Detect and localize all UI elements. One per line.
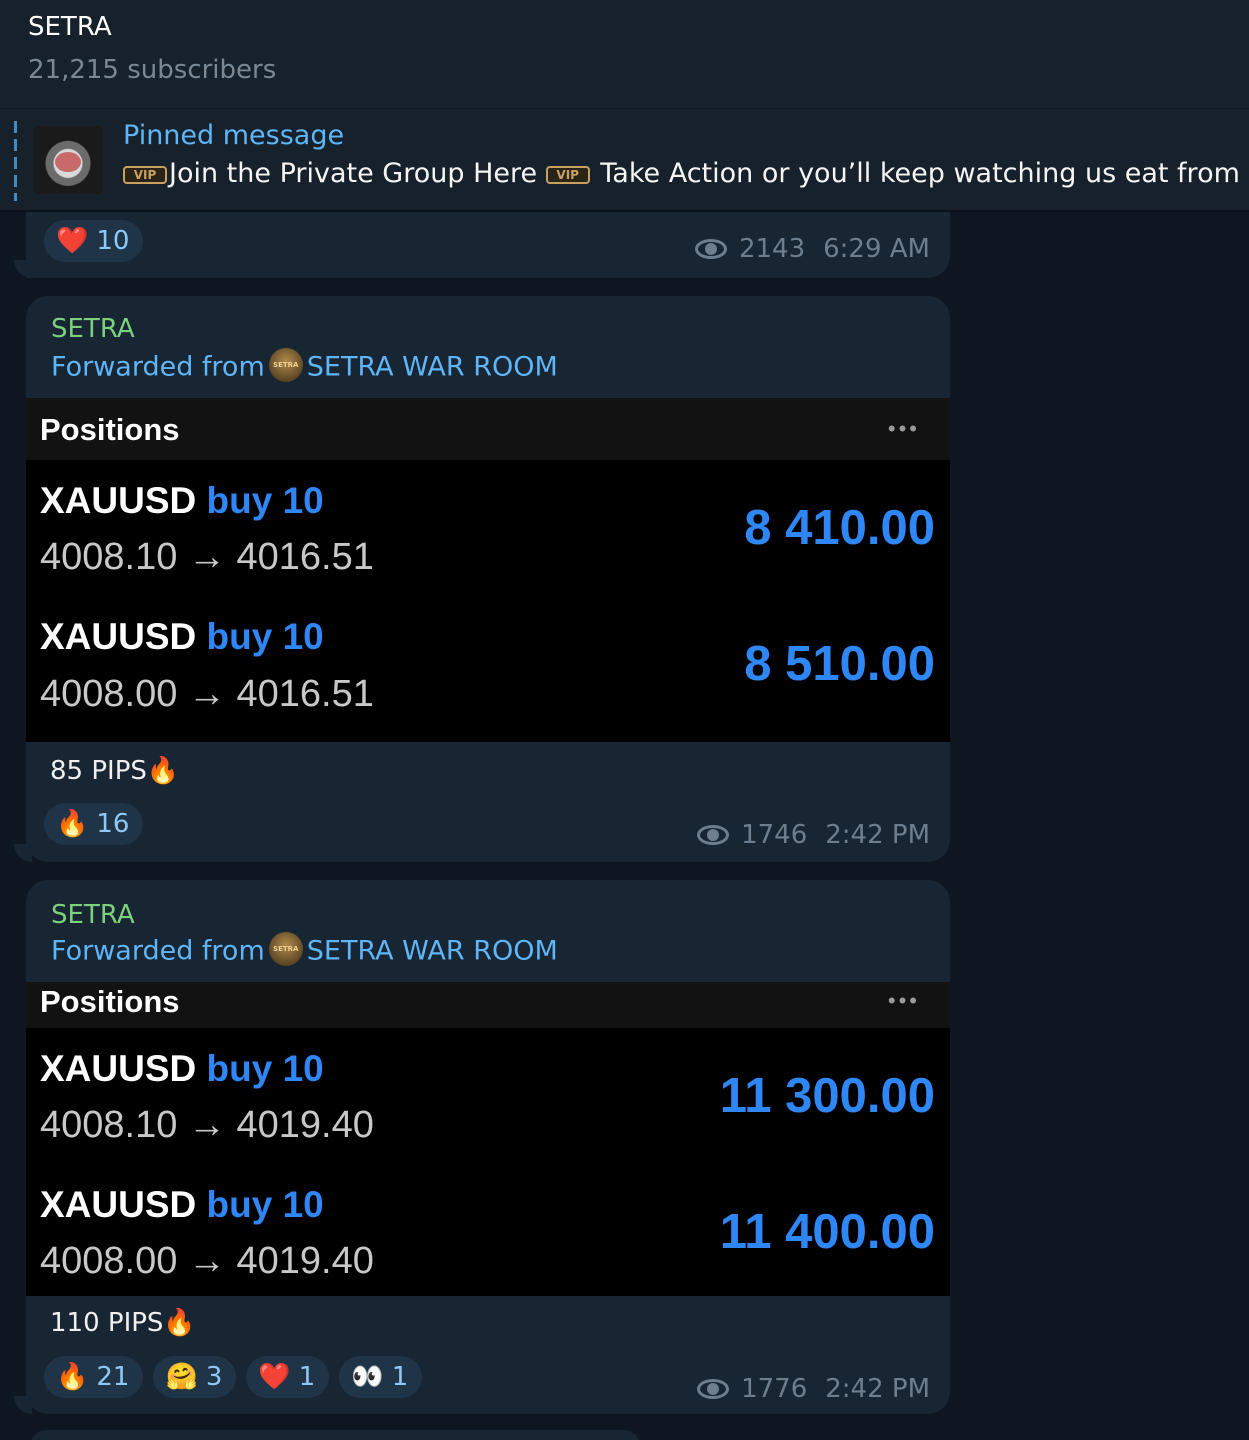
eyes-emoji: 👀 (351, 1362, 384, 1392)
position-symbol: XAUUSD buy 10 (40, 616, 324, 657)
message-caption: 85 PIPS🔥 (50, 756, 180, 786)
position-symbol: XAUUSD buy 10 (40, 1048, 324, 1089)
message-time: 2:42 PM (825, 820, 930, 850)
position-profit: 8 510.00 (744, 637, 935, 691)
heart-emoji: ❤️ (258, 1362, 291, 1392)
heart-emoji: ❤️ (56, 226, 89, 256)
channel-avatar-icon: SETRA (268, 932, 303, 966)
sender-name[interactable]: SETRA (51, 900, 135, 930)
pinned-indicator (14, 121, 17, 201)
positions-header: Positions ••• (26, 398, 950, 460)
channel-header[interactable]: SETRA 21,215 subscribers (0, 0, 1249, 108)
view-count: 1776 (741, 1374, 808, 1404)
reaction-chip[interactable]: ❤️ 1 (246, 1356, 330, 1398)
position-prices: 4008.10 → 4019.40 (40, 1104, 374, 1146)
channel-avatar-icon: SETRA (268, 348, 303, 382)
pinned-title: Pinned message (123, 120, 345, 151)
view-count: 2143 (738, 234, 806, 264)
message-meta: 2143 6:29 AM (694, 234, 930, 264)
vip-badge-icon: VIP (123, 165, 167, 184)
channel-title[interactable]: SETRA (28, 12, 112, 42)
reactions: 🔥 16 (44, 803, 144, 845)
eye-icon (694, 237, 731, 261)
eye-icon (697, 1377, 733, 1401)
position-symbol: XAUUSD buy 10 (40, 480, 324, 521)
fire-emoji: 🔥 (163, 1308, 196, 1338)
position-profit: 8 410.00 (744, 501, 935, 555)
position-prices: 4008.00 → 4016.51 (40, 673, 374, 715)
positions-screenshot[interactable]: Positions ••• XAUUSD buy 10 4008.10 → 40… (26, 982, 950, 1296)
bubble-tail (14, 260, 32, 278)
reaction-chip[interactable]: 🔥 21 (44, 1356, 144, 1398)
fire-emoji: 🔥 (146, 756, 180, 786)
forwarded-from[interactable]: Forwarded from SETRA SETRA WAR ROOM (51, 348, 558, 385)
subscriber-count: 21,215 subscribers (28, 55, 277, 85)
position-prices: 4008.10 → 4016.51 (40, 536, 374, 578)
positions-header: Positions ••• (26, 982, 950, 1028)
reactions: ❤️ 10 (44, 220, 144, 262)
positions-screenshot[interactable]: Positions ••• XAUUSD buy 10 4008.10 → 40… (26, 398, 950, 742)
message-time: 2:42 PM (825, 1374, 930, 1404)
message-meta: 1746 2:42 PM (697, 820, 930, 850)
bubble-tail (14, 844, 32, 862)
fire-emoji: 🔥 (56, 1362, 89, 1392)
message-meta: 1776 2:42 PM (697, 1374, 930, 1404)
vip-badge-icon: VIP (545, 165, 590, 184)
position-symbol: XAUUSD buy 10 (40, 1184, 324, 1225)
reaction-chip[interactable]: ❤️ 10 (44, 220, 144, 262)
message-caption: 110 PIPS🔥 (50, 1308, 196, 1338)
more-dots-icon: ••• (887, 988, 920, 1013)
eye-icon (697, 823, 733, 847)
sender-name[interactable]: SETRA (51, 314, 135, 344)
reactions: 🔥 21 🤗 3 ❤️ 1 👀 1 (44, 1356, 423, 1398)
next-message-bubble (30, 1430, 640, 1440)
reaction-chip[interactable]: 🤗 3 (153, 1356, 237, 1398)
position-profit: 11 300.00 (719, 1069, 935, 1123)
pinned-text: VIP Join the Private Group Here VIP Take … (123, 158, 1249, 189)
message-bubble[interactable]: SETRA Forwarded from SETRA SETRA WAR ROOM … (26, 880, 950, 1414)
pinned-thumbnail (33, 126, 103, 194)
forwarded-from[interactable]: Forwarded from SETRA SETRA WAR ROOM (51, 932, 558, 969)
hugging-emoji: 🤗 (165, 1362, 198, 1392)
position-profit: 11 400.00 (719, 1205, 935, 1259)
reaction-chip[interactable]: 🔥 16 (44, 803, 144, 845)
message-time: 6:29 AM (823, 234, 930, 264)
view-count: 1746 (741, 820, 808, 850)
fire-emoji: 🔥 (56, 809, 89, 839)
more-dots-icon: ••• (887, 416, 920, 441)
position-prices: 4008.00 → 4019.40 (40, 1240, 374, 1282)
message-bubble[interactable]: ❤️ 10 2143 6:29 AM (26, 212, 950, 278)
message-bubble[interactable]: SETRA Forwarded from SETRA SETRA WAR ROOM … (26, 296, 950, 862)
reaction-chip[interactable]: 👀 1 (339, 1356, 423, 1398)
bubble-tail (14, 1396, 32, 1414)
